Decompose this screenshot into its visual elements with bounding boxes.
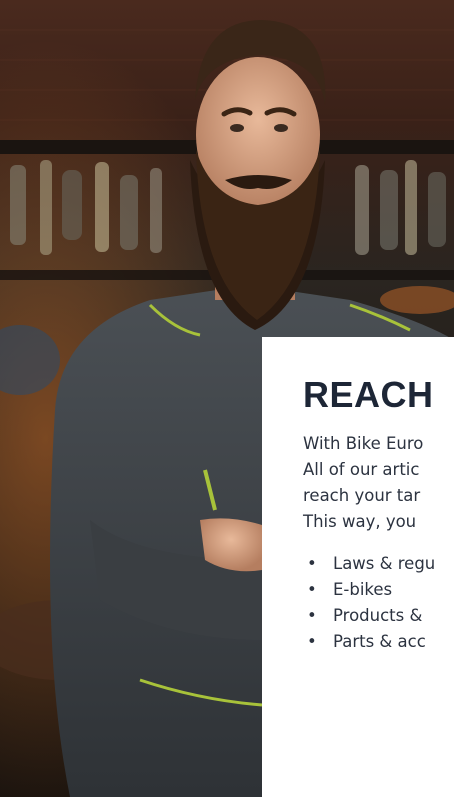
topic-list: • Laws & regu • E-bikes • Products & • Parts… xyxy=(303,551,454,655)
info-card: REACH With Bike Euro All of our artic re… xyxy=(262,337,454,797)
list-item: • E-bikes xyxy=(303,577,454,603)
bullet-icon: • xyxy=(307,632,317,651)
bullet-icon: • xyxy=(307,554,317,573)
card-title: REACH xyxy=(303,374,434,415)
card-body-line: With Bike Euro xyxy=(303,434,424,453)
list-item-label: Products & xyxy=(333,606,423,625)
list-item-label: Parts & acc xyxy=(333,632,426,651)
list-item: • Laws & regu xyxy=(303,551,454,577)
list-item: • Products & xyxy=(303,603,454,629)
page: REACH With Bike Euro All of our artic re… xyxy=(0,0,454,797)
bullet-icon: • xyxy=(307,580,317,599)
list-item-label: Laws & regu xyxy=(333,554,436,573)
bullet-icon: • xyxy=(307,606,317,625)
card-body-line: reach your tar xyxy=(303,486,421,505)
list-item-label: E-bikes xyxy=(333,580,393,599)
card-body: With Bike Euro All of our artic reach yo… xyxy=(303,431,454,535)
list-item: • Parts & acc xyxy=(303,629,454,655)
card-body-line: This way, you xyxy=(303,512,417,531)
card-body-line: All of our artic xyxy=(303,460,420,479)
